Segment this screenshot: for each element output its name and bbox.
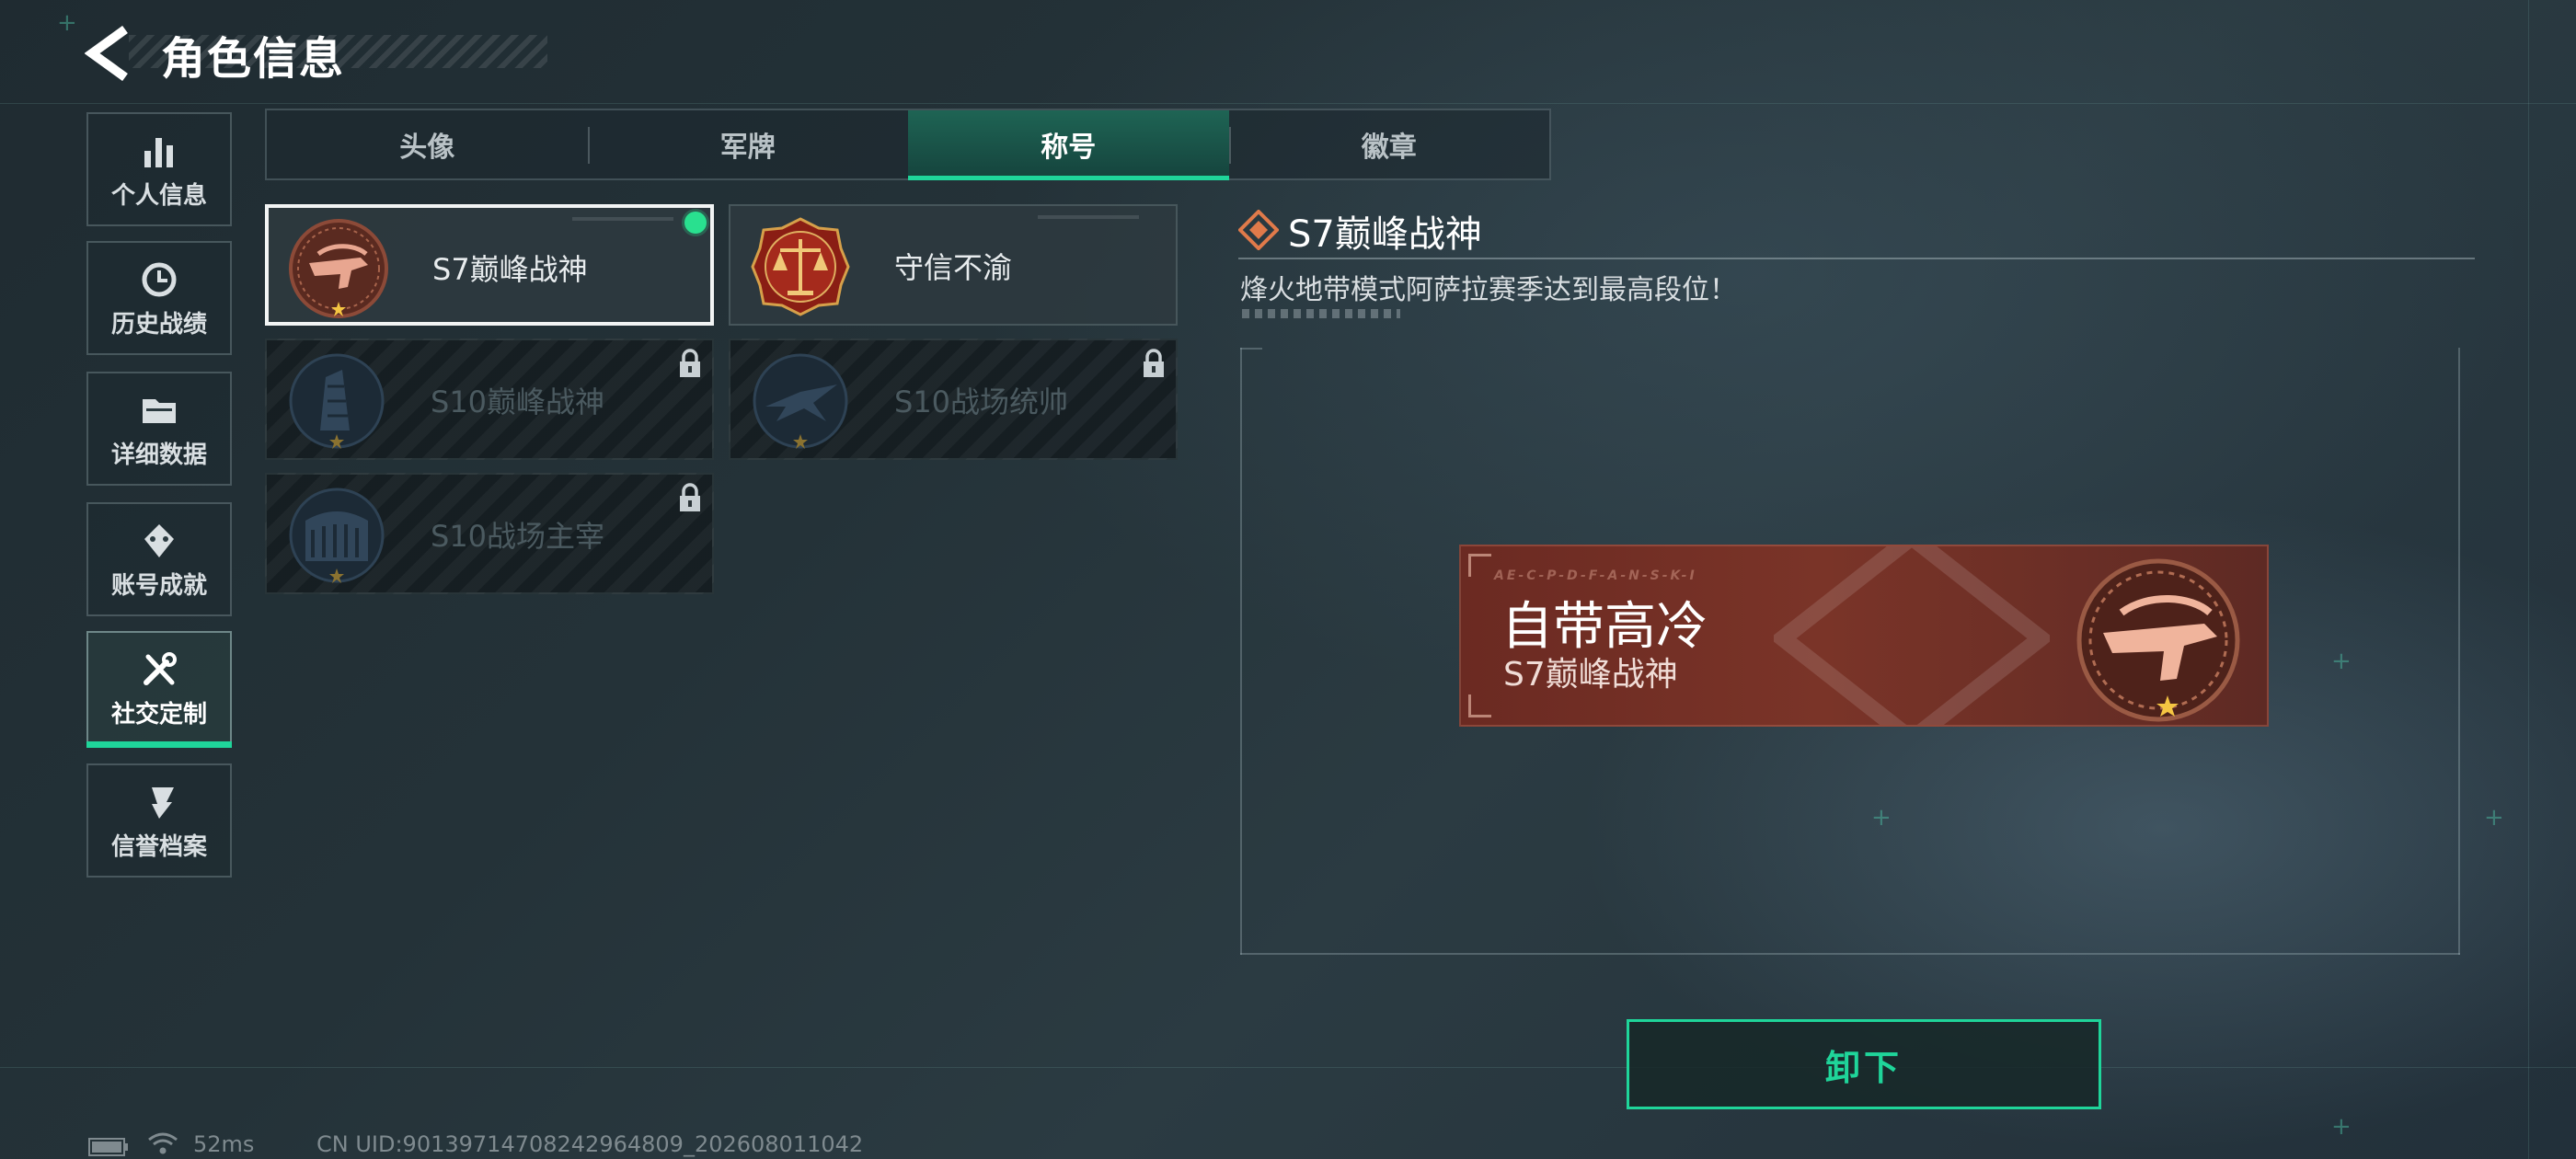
card-decoration bbox=[572, 217, 673, 221]
bg-crosshair: + bbox=[2484, 804, 2504, 832]
back-arrow-icon[interactable] bbox=[85, 26, 136, 81]
preview-frame-line bbox=[1240, 348, 1262, 350]
sidebar-item-social-custom[interactable]: 社交定制 bbox=[86, 631, 232, 745]
sidebar-item-label: 社交定制 bbox=[110, 701, 207, 729]
banner-corner bbox=[1468, 694, 1491, 717]
lock-icon bbox=[680, 349, 700, 377]
title-card-s7-peak-god[interactable]: S7巅峰战神 bbox=[265, 204, 714, 326]
unequip-button[interactable]: 卸下 bbox=[1627, 1019, 2101, 1109]
sidebar-item-label: 详细数据 bbox=[110, 442, 207, 469]
card-decoration bbox=[1038, 215, 1139, 219]
bg-grid-line bbox=[2528, 0, 2529, 1159]
bar-chart-icon bbox=[144, 138, 173, 167]
title-card-s10-battlefield-commander[interactable]: S10战场统帅 bbox=[729, 339, 1178, 460]
title-card-s10-battlefield-ruler[interactable]: S10战场主宰 bbox=[265, 473, 714, 594]
credit-icon bbox=[144, 787, 174, 819]
tab-badge[interactable]: 徽章 bbox=[1228, 110, 1550, 178]
banner-corner bbox=[1468, 554, 1491, 577]
preview-frame-line bbox=[1240, 348, 1242, 955]
uid-readout: CN UID:9013971470824296480­9_20260801104… bbox=[316, 1131, 864, 1157]
s10-tower-emblem-icon bbox=[289, 353, 385, 449]
title-card-s10-peak-god[interactable]: S10巅峰战神 bbox=[265, 339, 714, 460]
banner-micro-text: AE-C-P-D-F-A-N-S-K-I bbox=[1494, 568, 1697, 583]
sidebar-item-detailed-data[interactable]: 详细数据 bbox=[86, 372, 232, 486]
tab-avatar[interactable]: 头像 bbox=[267, 110, 588, 178]
s10-jet-emblem-icon bbox=[753, 353, 848, 449]
bg-crosshair: + bbox=[1871, 804, 1892, 832]
sidebar-item-label: 个人信息 bbox=[110, 182, 207, 210]
sidebar-item-history[interactable]: 历史战绩 bbox=[86, 241, 232, 355]
banner-watermark bbox=[1774, 546, 2050, 725]
tab-dog-tag[interactable]: 军牌 bbox=[587, 110, 909, 178]
preview-frame-line bbox=[1240, 953, 2460, 955]
achievement-icon bbox=[144, 524, 174, 557]
lock-icon bbox=[1144, 349, 1164, 377]
s7-gun-emblem-icon bbox=[2076, 558, 2240, 722]
bg-grid-line bbox=[0, 103, 2576, 104]
sidebar-item-label: 信誉档案 bbox=[110, 833, 207, 861]
battery-icon bbox=[88, 1138, 128, 1156]
preview-subtitle: S7巅峰战神 bbox=[1503, 656, 1678, 694]
s10-colosseum-emblem-icon bbox=[289, 488, 385, 583]
tools-icon bbox=[144, 652, 177, 685]
preview-frame-line bbox=[2458, 348, 2460, 955]
ping-readout: 52ms bbox=[193, 1131, 255, 1157]
sidebar-item-personal-info[interactable]: 个人信息 bbox=[86, 112, 232, 226]
detail-divider bbox=[1238, 258, 2475, 259]
detail-description: 烽火地带模式阿萨拉赛季达到最高段位！ bbox=[1240, 274, 1737, 306]
title-card-name: S10战场统帅 bbox=[894, 384, 1069, 419]
folder-icon bbox=[143, 399, 176, 423]
detail-decoration bbox=[1242, 309, 1400, 318]
title-card-trustworthy[interactable]: 守信不渝 bbox=[729, 204, 1178, 326]
title-card-name: S7巅峰战神 bbox=[432, 252, 588, 287]
sidebar-active-indicator bbox=[86, 741, 232, 748]
bg-grid-line bbox=[0, 1067, 2576, 1068]
title-card-name: S10巅峰战神 bbox=[431, 384, 605, 419]
tab-title[interactable]: 称号 bbox=[908, 110, 1229, 180]
equipped-indicator bbox=[684, 212, 707, 234]
wifi-icon bbox=[148, 1132, 178, 1154]
bg-crosshair: + bbox=[2331, 1113, 2352, 1141]
history-icon bbox=[142, 262, 177, 297]
detail-title: S7巅峰战神 bbox=[1288, 213, 1482, 256]
title-preview-banner: AE-C-P-D-F-A-N-S-K-I 自带高冷 S7巅峰战神 bbox=[1459, 545, 2269, 727]
sidebar-item-label: 历史战绩 bbox=[110, 311, 207, 339]
bg-crosshair: + bbox=[57, 9, 77, 37]
s7-gun-emblem-icon bbox=[289, 219, 388, 318]
scales-emblem-icon bbox=[751, 217, 850, 316]
title-diamond-icon bbox=[1238, 210, 1279, 250]
sidebar-item-label: 账号成就 bbox=[110, 572, 207, 600]
sidebar-item-credit-record[interactable]: 信誉档案 bbox=[86, 763, 232, 878]
category-tabs: 头像 军牌 称号 徽章 bbox=[265, 109, 1551, 180]
lock-icon bbox=[680, 483, 700, 511]
sidebar-item-achievements[interactable]: 账号成就 bbox=[86, 502, 232, 616]
page-title: 角色信息 bbox=[161, 33, 346, 85]
title-card-name: S10战场主宰 bbox=[431, 519, 605, 554]
bg-crosshair: + bbox=[2331, 648, 2352, 675]
title-card-name: 守信不渝 bbox=[894, 250, 1013, 285]
